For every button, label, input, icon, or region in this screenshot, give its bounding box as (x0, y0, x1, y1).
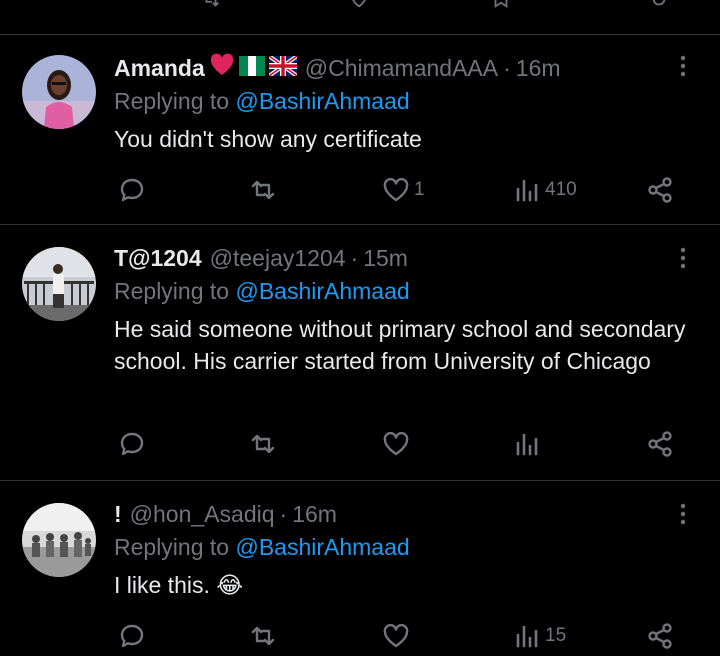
tweet-text: You didn't show any certificate (114, 126, 422, 152)
separator-dot: · (279, 500, 288, 527)
reply-button[interactable] (117, 173, 147, 207)
views-icon (516, 179, 538, 202)
reply-icon (120, 178, 144, 202)
reply-tweet[interactable]: ! @hon_Asadiq · 16m Replying to @BashirA… (0, 481, 720, 656)
reply-tweet[interactable]: Amanda @ChimamandAAA · 16m Replying to @… (0, 35, 720, 225)
avatar[interactable] (22, 247, 96, 321)
like-button[interactable] (381, 427, 414, 461)
views-button[interactable]: 410 (512, 173, 577, 207)
nigeria-flag-icon (238, 55, 265, 82)
reply-icon (120, 624, 144, 648)
tweet-header: Amanda @ChimamandAAA · 16m (114, 52, 561, 84)
retweet-button[interactable] (248, 427, 278, 461)
reply-button[interactable] (117, 427, 147, 461)
retweet-icon (251, 434, 275, 454)
avatar[interactable] (22, 503, 96, 577)
retweet-button[interactable] (248, 173, 278, 207)
heart-icon (383, 623, 409, 648)
retweet-icon[interactable] (200, 0, 222, 10)
replying-to-label: Replying to (114, 88, 230, 114)
heart-icon (383, 177, 409, 202)
tweet-actions (0, 427, 720, 461)
heart-icon[interactable] (348, 0, 370, 10)
share-icon (648, 431, 672, 457)
separator-dot: · (503, 54, 511, 81)
display-name[interactable]: ! (114, 501, 122, 528)
retweet-button[interactable] (248, 619, 278, 653)
view-count: 410 (545, 179, 577, 200)
tweet-text: I like this. 😂 (114, 572, 244, 598)
like-button[interactable]: 1 (381, 173, 425, 207)
mention-link[interactable]: @BashirAhmaad (235, 534, 409, 560)
tweet-header: T@1204 @teejay1204 · 15m (114, 242, 408, 274)
views-icon (516, 625, 538, 648)
share-button[interactable] (645, 427, 675, 461)
avatar[interactable] (22, 55, 96, 129)
username[interactable]: @hon_Asadiq (130, 501, 275, 528)
reply-button[interactable] (117, 619, 147, 653)
share-button[interactable] (645, 173, 675, 207)
heart-icon (383, 431, 409, 456)
display-name[interactable]: T@1204 (114, 245, 202, 272)
tweet-header: ! @hon_Asadiq · 16m (114, 498, 337, 530)
username[interactable]: @teejay1204 (210, 245, 346, 272)
timestamp[interactable]: 16m (292, 501, 337, 528)
retweet-icon (251, 626, 275, 646)
replying-to-line: Replying to @BashirAhmaad (114, 88, 410, 115)
view-count: 15 (545, 625, 567, 646)
previous-tweet-actions (0, 0, 720, 35)
username[interactable]: @ChimamandAAA (305, 55, 498, 82)
display-name[interactable]: Amanda (114, 55, 205, 82)
timestamp[interactable]: 16m (516, 55, 561, 82)
timestamp[interactable]: 15m (363, 245, 408, 272)
tweet-actions: 15 (0, 619, 720, 653)
share-button[interactable] (645, 619, 675, 653)
mention-link[interactable]: @BashirAhmaad (235, 278, 409, 304)
views-button[interactable] (512, 427, 545, 461)
more-options-icon[interactable] (670, 245, 696, 271)
share-icon (648, 177, 672, 203)
replying-to-line: Replying to @BashirAhmaad (114, 278, 410, 305)
mention-link[interactable]: @BashirAhmaad (235, 88, 409, 114)
bookmark-icon[interactable] (490, 0, 512, 10)
retweet-icon (251, 180, 275, 200)
reply-tweet[interactable]: T@1204 @teejay1204 · 15m Replying to @Ba… (0, 225, 720, 481)
more-options-icon[interactable] (670, 501, 696, 527)
share-icon[interactable] (648, 0, 670, 10)
replying-to-label: Replying to (114, 278, 230, 304)
share-icon (648, 623, 672, 649)
views-icon (516, 433, 538, 456)
like-button[interactable] (381, 619, 414, 653)
tweet-actions: 1 410 (0, 173, 720, 207)
more-options-icon[interactable] (670, 53, 696, 79)
heart-emoji (209, 53, 235, 83)
replying-to-label: Replying to (114, 534, 230, 560)
uk-flag-icon (267, 53, 298, 82)
views-button[interactable]: 15 (512, 619, 566, 653)
tweet-text: He said someone without primary school a… (114, 316, 686, 374)
like-count: 1 (414, 179, 425, 200)
reply-icon (120, 432, 144, 456)
separator-dot: · (350, 244, 359, 271)
replying-to-line: Replying to @BashirAhmaad (114, 534, 410, 561)
